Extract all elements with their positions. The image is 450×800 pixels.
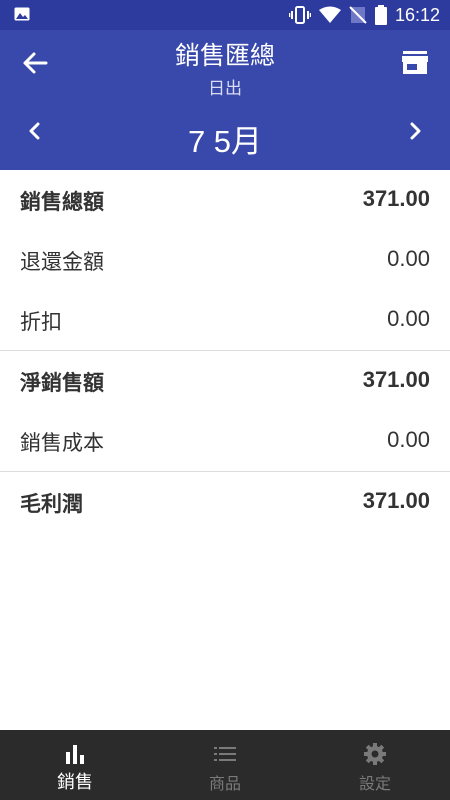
gear-icon (364, 743, 386, 765)
row-value: 371.00 (362, 367, 430, 392)
battery-icon (374, 5, 387, 25)
gross-sales-row: 銷售總額 371.00 (0, 170, 450, 230)
nav-label: 設定 (358, 774, 391, 793)
store-name: 日出 (208, 79, 242, 99)
app-bar: 銷售匯總 日出 7 5月 (0, 30, 450, 170)
bottom-navigation: 銷售 商品 設定 (0, 730, 450, 800)
row-label: 折扣 (20, 310, 62, 334)
row-value: 371.00 (362, 488, 430, 513)
sales-summary-list: 銷售總額 371.00 退還金額 0.00 折扣 0.00 淨銷售額 371.0… (0, 170, 450, 532)
nav-label: 商品 (208, 774, 241, 793)
wifi-icon (318, 6, 341, 23)
clock-time: 16:12 (394, 4, 440, 25)
row-label: 銷售成本 (20, 431, 104, 455)
status-bar: 16:12 (0, 0, 450, 30)
nav-sales[interactable]: 銷售 (0, 730, 150, 800)
page-title: 銷售匯總 (174, 41, 275, 70)
vibrate-icon (288, 6, 311, 24)
row-value: 0.00 (387, 306, 430, 331)
row-value: 0.00 (387, 427, 430, 452)
row-label: 毛利潤 (20, 492, 83, 516)
row-value: 0.00 (387, 246, 430, 271)
row-value: 371.00 (362, 186, 430, 211)
row-label: 淨銷售額 (20, 371, 104, 395)
nav-label: 銷售 (57, 772, 93, 793)
nav-items[interactable]: 商品 (150, 730, 300, 800)
refunds-row: 退還金額 0.00 (0, 230, 450, 290)
cost-of-goods-row: 銷售成本 0.00 (0, 411, 450, 471)
row-label: 退還金額 (20, 250, 104, 274)
no-sim-icon (349, 6, 367, 24)
bar-chart-icon (66, 745, 84, 764)
nav-settings[interactable]: 設定 (300, 730, 450, 800)
selected-month[interactable]: 7 5月 (0, 116, 450, 161)
discounts-row: 折扣 0.00 (0, 290, 450, 350)
store-icon[interactable] (401, 50, 429, 76)
net-sales-row: 淨銷售額 371.00 (0, 351, 450, 411)
image-notification-icon (14, 7, 30, 21)
list-icon (214, 747, 236, 761)
gross-profit-row: 毛利潤 371.00 (0, 472, 450, 532)
next-month-icon[interactable] (404, 120, 426, 142)
row-label: 銷售總額 (20, 190, 104, 214)
